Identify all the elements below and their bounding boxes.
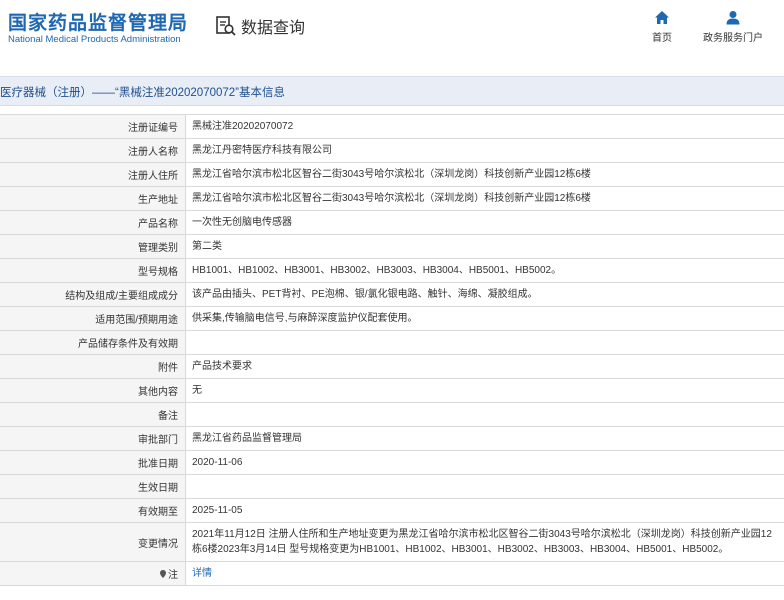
field-value: 黑械注准20202070072 (192, 121, 294, 132)
table-row: 管理类别 第二类 (0, 235, 784, 259)
table-row: 备注 (0, 403, 784, 427)
field-label: 管理类别 (0, 235, 186, 258)
field-value: 无 (192, 385, 202, 396)
field-value: HB1001、HB1002、HB3001、HB3002、HB3003、HB300… (192, 265, 562, 276)
field-value: 产品技术要求 (192, 361, 252, 372)
field-value: 2020-11-06 (192, 457, 243, 468)
user-icon (726, 11, 740, 25)
details-link[interactable]: 详情 (192, 566, 212, 581)
nav-home[interactable]: 首页 (652, 10, 672, 44)
data-query-icon (216, 16, 236, 36)
field-label: 注册证编号 (0, 115, 186, 138)
field-value: 黑龙江省哈尔滨市松北区智谷二街3043号哈尔滨松北（深圳龙岗）科技创新产业园12… (192, 169, 591, 180)
field-value: 黑龙江省药品监督管理局 (192, 433, 302, 444)
field-value: 黑龙江省哈尔滨市松北区智谷二街3043号哈尔滨松北（深圳龙岗）科技创新产业园12… (192, 193, 591, 204)
table-row: 产品名称 一次性无创脑电传感器 (0, 211, 784, 235)
location-pin-icon (160, 569, 166, 578)
field-value: 2025-11-05 (192, 505, 243, 516)
field-label: 型号规格 (0, 259, 186, 282)
table-row: 适用范围/预期用途 供采集,传输脑电信号,与麻醉深度监护仪配套使用。 (0, 307, 784, 331)
field-label: 适用范围/预期用途 (0, 307, 186, 330)
field-label: 有效期至 (0, 499, 186, 522)
table-row: 结构及组成/主要组成成分 该产品由插头、PET背衬、PE泡棉、银/氯化银电路、触针… (0, 283, 784, 307)
field-value (186, 331, 784, 354)
table-row: 附件 产品技术要求 (0, 355, 784, 379)
table-row: 产品储存条件及有效期 (0, 331, 784, 355)
table-row: 其他内容无 (0, 379, 784, 403)
record-title: 医疗器械（注册）——“黑械注准20202070072”基本信息 (0, 87, 286, 99)
field-label: 注册人名称 (0, 139, 186, 162)
table-row: 注册人名称 黑龙江丹密特医疗科技有限公司 (0, 139, 784, 163)
field-value: 该产品由插头、PET背衬、PE泡棉、银/氯化银电路、触针、海绵、凝胶组成。 (192, 289, 538, 300)
field-value (186, 475, 784, 498)
field-label: 审批部门 (0, 427, 186, 450)
site-header: 国家药品监督管理局 National Medical Products Admi… (0, 0, 784, 64)
field-value: 黑龙江丹密特医疗科技有限公司 (192, 145, 332, 156)
table-row: 生产地址 黑龙江省哈尔滨市松北区智谷二街3043号哈尔滨松北（深圳龙岗）科技创新产… (0, 187, 784, 211)
table-row: 生效日期 (0, 475, 784, 499)
table-row-note: 注 详情 (0, 562, 784, 586)
field-label: 生效日期 (0, 475, 186, 498)
field-label: 附件 (0, 355, 186, 378)
data-query-link[interactable]: 数据查询 (215, 14, 305, 38)
field-label: 变更情况 (0, 523, 186, 561)
table-row: 批准日期 2020-11-06 (0, 451, 784, 475)
field-label: 其他内容 (0, 379, 186, 402)
table-row: 型号规格 HB1001、HB1002、HB3001、HB3002、HB3003、H… (0, 259, 784, 283)
note-label: 注 (168, 570, 178, 581)
field-label: 生产地址 (0, 187, 186, 210)
field-value: 2021年11月12日 注册人住所和生产地址变更为黑龙江省哈尔滨市松北区智谷二街… (192, 529, 772, 555)
site-logo-en: National Medical Products Administration (8, 34, 181, 45)
note-value: 详情 (186, 562, 784, 585)
note-label-cell: 注 (0, 562, 186, 585)
home-icon (655, 11, 669, 24)
nav-gov-service-portal[interactable]: 政务服务门户 (703, 10, 763, 44)
record-title-bar: 医疗器械（注册）——“黑械注准20202070072”基本信息 (0, 76, 784, 106)
field-label: 注册人住所 (0, 163, 186, 186)
field-label: 结构及组成/主要组成成分 (0, 283, 186, 306)
table-row: 注册证编号 黑械注准20202070072 (0, 115, 784, 139)
data-query-label: 数据查询 (241, 20, 306, 37)
field-label: 批准日期 (0, 451, 186, 474)
field-value: 一次性无创脑电传感器 (192, 217, 292, 228)
field-value (186, 403, 784, 426)
record-detail-table: 注册证编号 黑械注准20202070072 注册人名称 黑龙江丹密特医疗科技有限公司… (0, 114, 784, 586)
field-label: 产品名称 (0, 211, 186, 234)
site-logo-cn[interactable]: 国家药品监督管理局 (8, 8, 188, 35)
table-row: 变更情况 2021年11月12日 注册人住所和生产地址变更为黑龙江省哈尔滨市松北区… (0, 523, 784, 562)
table-row: 有效期至 2025-11-05 (0, 499, 784, 523)
table-row: 注册人住所 黑龙江省哈尔滨市松北区智谷二街3043号哈尔滨松北（深圳龙岗）科技创新… (0, 163, 784, 187)
field-value: 第二类 (192, 241, 222, 252)
field-value: 供采集,传输脑电信号,与麻醉深度监护仪配套使用。 (192, 313, 418, 324)
nav-home-label: 首页 (652, 33, 672, 44)
nav-gov-service-label: 政务服务门户 (703, 33, 763, 44)
table-row: 审批部门 黑龙江省药品监督管理局 (0, 427, 784, 451)
field-label: 产品储存条件及有效期 (0, 331, 186, 354)
field-label: 备注 (0, 403, 186, 426)
